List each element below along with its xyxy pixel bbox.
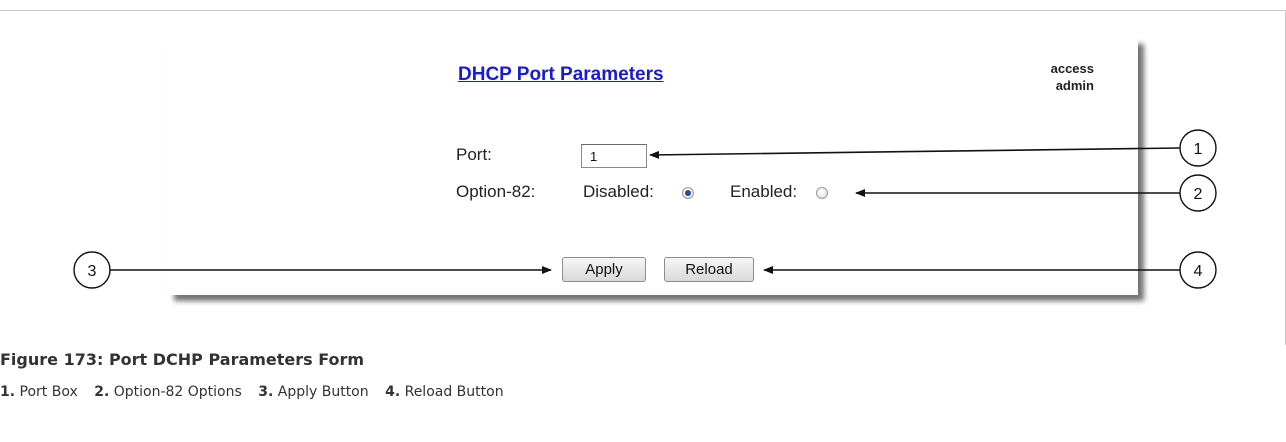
reload-button[interactable]: Reload xyxy=(664,257,754,282)
legend-item-number: 4. xyxy=(385,384,401,400)
callout-2-number: 2 xyxy=(1194,186,1203,203)
callout-3-circle xyxy=(73,251,111,289)
legend-item: 4. Reload Button xyxy=(385,384,504,400)
access-indicator: access admin xyxy=(1002,60,1094,94)
legend-item: 2. Option-82 Options xyxy=(94,384,242,400)
disabled-label: Disabled: xyxy=(583,182,654,201)
legend-item-number: 1. xyxy=(0,384,16,400)
option82-label: Option-82: xyxy=(456,182,536,201)
port-label: Port: xyxy=(456,145,492,164)
option82-enabled-radio[interactable] xyxy=(816,187,828,199)
legend-item: 3. Apply Button xyxy=(258,384,368,400)
legend-item-text: Port Box xyxy=(19,384,78,400)
legend-item-text: Apply Button xyxy=(277,384,369,400)
callout-3-number: 3 xyxy=(88,263,97,280)
legend-item: 1. Port Box xyxy=(0,384,78,400)
callout-2-circle xyxy=(1179,174,1217,212)
enabled-label: Enabled: xyxy=(730,182,798,201)
figure-title: Figure 173: Port DCHP Parameters Form xyxy=(0,350,365,369)
access-user: admin xyxy=(1055,78,1094,93)
legend-item-number: 3. xyxy=(258,384,274,400)
apply-button[interactable]: Apply xyxy=(562,257,646,282)
callout-1-number: 1 xyxy=(1194,141,1203,158)
legend-item-text: Option-82 Options xyxy=(113,384,242,400)
legend-item-number: 2. xyxy=(94,384,110,400)
callout-1-circle xyxy=(1179,129,1217,167)
figure-frame-top xyxy=(0,10,1286,11)
port-input[interactable] xyxy=(581,144,647,168)
figure-legend: 1. Port Box 2. Option-82 Options 3. Appl… xyxy=(0,384,516,400)
callout-4-number: 4 xyxy=(1194,263,1203,280)
callout-4-circle xyxy=(1179,251,1217,289)
option82-disabled-radio[interactable] xyxy=(682,187,694,199)
access-label: access xyxy=(1050,61,1094,76)
page-title-link[interactable]: DHCP Port Parameters xyxy=(458,64,664,86)
legend-item-text: Reload Button xyxy=(404,384,504,400)
